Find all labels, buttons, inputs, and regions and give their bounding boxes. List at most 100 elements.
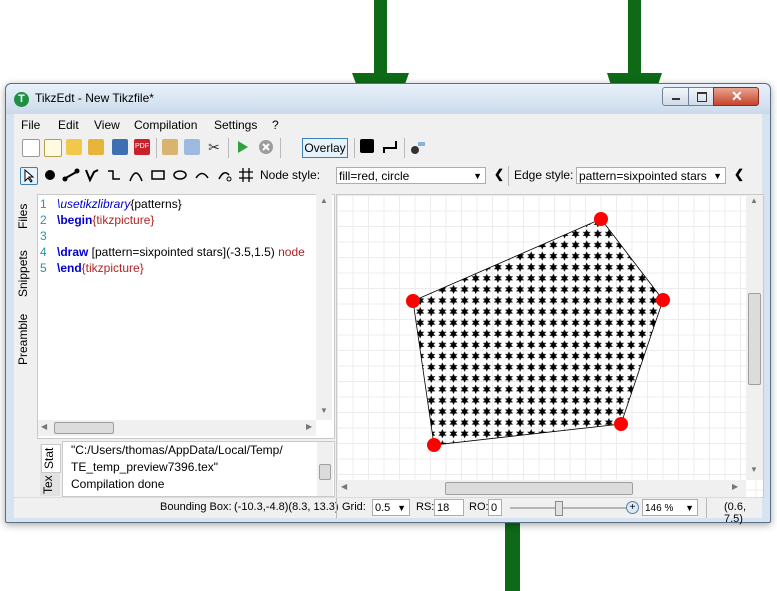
- drawing-toolbar: Node style: fill=red, circle ▼ ❮ Edge st…: [14, 164, 762, 188]
- compile-icon[interactable]: [234, 139, 250, 155]
- menu-compilation[interactable]: Compilation: [134, 118, 197, 132]
- open-folder-icon[interactable]: [66, 139, 82, 155]
- title-bar[interactable]: T TikzEdt - New Tikzfile* ✕: [6, 84, 770, 114]
- tikz-preview[interactable]: [337, 195, 763, 497]
- tikzedt-window: T TikzEdt - New Tikzfile* ✕ File Edit Vi…: [5, 83, 771, 525]
- grid-tool-icon[interactable]: [238, 167, 254, 183]
- minimize-icon: [672, 98, 680, 100]
- cursor-coordinates: (0.6, 7.5): [724, 501, 747, 525]
- client-area: File Edit View Compilation Settings ? PD…: [14, 114, 764, 525]
- zoom-combobox[interactable]: 146 % ▼: [642, 499, 698, 516]
- scroll-thumb[interactable]: [748, 293, 761, 385]
- code-line: \begin{tikzpicture}: [57, 213, 155, 227]
- node-tool-icon[interactable]: [42, 167, 58, 183]
- scroll-right-icon[interactable]: ▶: [306, 422, 312, 431]
- zoom-slider-track[interactable]: [510, 507, 626, 509]
- tab-snippets[interactable]: Snippets: [16, 244, 34, 304]
- scroll-right-icon[interactable]: ▶: [732, 482, 738, 491]
- export-pdf-icon[interactable]: PDF: [134, 139, 150, 155]
- menu-help[interactable]: ?: [272, 118, 279, 132]
- log-line: Compilation done: [71, 477, 165, 491]
- tab-tex[interactable]: Tex: [41, 473, 59, 497]
- edge-style-combobox[interactable]: pattern=sixpointed stars ▼: [576, 167, 726, 184]
- arc-tool-icon[interactable]: [194, 167, 210, 183]
- zoom-in-icon[interactable]: +: [626, 501, 639, 514]
- paste-icon[interactable]: [162, 139, 178, 155]
- save-icon[interactable]: [112, 139, 128, 155]
- chevron-down-icon: ▼: [685, 503, 694, 513]
- tab-files[interactable]: Files: [16, 194, 34, 239]
- node-circle[interactable]: [656, 293, 670, 307]
- new-from-template-icon[interactable]: [44, 139, 62, 157]
- edge-tool-icon[interactable]: [62, 167, 80, 183]
- tab-status[interactable]: Stat: [41, 444, 61, 473]
- copy-icon[interactable]: [184, 139, 200, 155]
- zoom-value: 146 %: [645, 503, 674, 514]
- menu-view[interactable]: View: [94, 118, 120, 132]
- maximize-button[interactable]: [688, 87, 715, 106]
- scroll-down-icon[interactable]: ▼: [320, 406, 328, 415]
- scroll-thumb[interactable]: [54, 422, 114, 434]
- node-style-combobox[interactable]: fill=red, circle ▼: [336, 167, 486, 184]
- cut-icon[interactable]: ✂: [206, 139, 222, 155]
- tab-preamble[interactable]: Preamble: [16, 309, 34, 369]
- path-tool-icon[interactable]: [84, 167, 100, 183]
- canvas-vertical-scrollbar[interactable]: ▲ ▼: [746, 195, 763, 480]
- code-editor[interactable]: 1 2 3 4 5 \usetikzlibrary{patterns} \beg…: [37, 194, 335, 439]
- scroll-thumb[interactable]: [445, 482, 633, 495]
- log-tabs: Stat Tex: [40, 444, 61, 497]
- menu-settings[interactable]: Settings: [214, 118, 257, 132]
- window-title: TikzEdt - New Tikzfile*: [35, 91, 154, 105]
- minimize-button[interactable]: [662, 87, 690, 106]
- menu-file[interactable]: File: [21, 118, 40, 132]
- chevron-left-icon[interactable]: ❮: [494, 167, 504, 181]
- abort-icon[interactable]: [258, 139, 274, 155]
- node-circle[interactable]: [406, 294, 420, 308]
- node-style-value: fill=red, circle: [339, 169, 410, 183]
- grid-combobox[interactable]: 0.5 ▼: [372, 499, 410, 516]
- code-line: \usetikzlibrary{patterns}: [57, 197, 182, 211]
- ro-field[interactable]: 0: [488, 499, 502, 516]
- scroll-thumb[interactable]: [319, 464, 331, 480]
- ellipse-tool-icon[interactable]: [172, 167, 188, 183]
- node-circle[interactable]: [427, 438, 441, 452]
- line-number: 3: [40, 229, 47, 243]
- pointer-settings-icon[interactable]: [410, 139, 426, 155]
- rs-field[interactable]: 18: [434, 499, 464, 516]
- preview-canvas[interactable]: ▲ ▼ ◀ ▶: [336, 194, 764, 498]
- arc-edit-tool-icon[interactable]: [216, 167, 232, 183]
- scroll-left-icon[interactable]: ◀: [41, 422, 47, 431]
- node-circle[interactable]: [594, 212, 608, 226]
- editor-horizontal-scrollbar[interactable]: ◀ ▶: [38, 420, 316, 436]
- scroll-left-icon[interactable]: ◀: [341, 482, 347, 491]
- code-line: \end{tikzpicture}: [57, 261, 144, 275]
- code-line: \draw [pattern=sixpointed stars](-3.5,1.…: [57, 245, 305, 259]
- scroll-up-icon[interactable]: ▲: [320, 196, 328, 205]
- log-scrollbar[interactable]: [317, 442, 333, 496]
- menu-edit[interactable]: Edit: [58, 118, 79, 132]
- select-tool-icon[interactable]: [20, 167, 38, 185]
- chevron-down-icon: ▼: [473, 171, 482, 181]
- star-pattern-polygon[interactable]: [412, 218, 664, 446]
- line-number-gutter: 1 2 3 4 5: [38, 195, 52, 421]
- overlay-toggle-button[interactable]: Overlay: [302, 138, 348, 158]
- side-tabs: Files Snippets Preamble: [14, 194, 36, 514]
- zoom-slider-thumb[interactable]: [555, 501, 563, 516]
- line-number: 5: [40, 261, 47, 275]
- chevron-left-icon[interactable]: ❮: [734, 167, 744, 181]
- canvas-horizontal-scrollbar[interactable]: ◀ ▶: [337, 480, 746, 497]
- rectangle-tool-icon[interactable]: [150, 167, 166, 183]
- curve-tool-icon[interactable]: [106, 167, 122, 183]
- menu-bar: File Edit View Compilation Settings ?: [14, 115, 762, 135]
- open-recent-icon[interactable]: [88, 139, 104, 155]
- scroll-up-icon[interactable]: ▲: [750, 196, 758, 205]
- editor-vertical-scrollbar[interactable]: ▲ ▼: [316, 194, 332, 420]
- main-toolbar: PDF ✂ Overlay: [14, 136, 762, 160]
- bezier-tool-icon[interactable]: [128, 167, 144, 183]
- scroll-down-icon[interactable]: ▼: [750, 465, 758, 474]
- new-file-icon[interactable]: [22, 139, 40, 157]
- line-style-icon[interactable]: [382, 139, 398, 155]
- color-picker-icon[interactable]: [360, 139, 374, 153]
- close-button[interactable]: ✕: [713, 87, 759, 106]
- node-circle[interactable]: [614, 417, 628, 431]
